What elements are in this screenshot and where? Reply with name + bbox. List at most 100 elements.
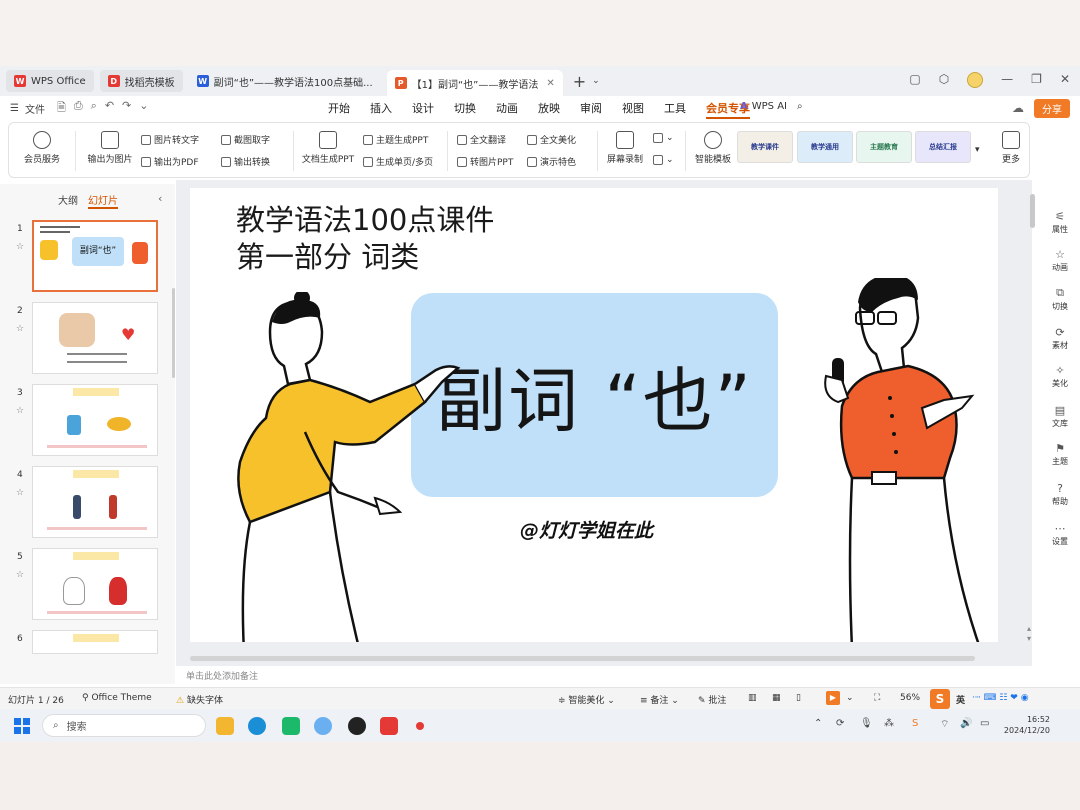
sidebar-properties[interactable]: ⚟ 属性 bbox=[1040, 210, 1080, 235]
new-tab-button[interactable]: + bbox=[573, 72, 586, 91]
cloud-sync-icon[interactable]: ☁ bbox=[1012, 101, 1024, 115]
tab-word-doc[interactable]: W 副词“也”——教学语法100点基础... bbox=[189, 70, 381, 92]
reading-view-icon[interactable]: ▯ bbox=[796, 693, 801, 703]
quick-access-chevron-icon[interactable]: ⌄ bbox=[139, 99, 148, 118]
vertical-scrollbar[interactable] bbox=[1030, 194, 1035, 228]
sorter-view-icon[interactable]: ▦ bbox=[772, 693, 781, 703]
menu-home[interactable]: 开始 bbox=[328, 100, 350, 119]
tab-wps-office[interactable]: W WPS Office bbox=[6, 70, 94, 92]
man-illustration[interactable] bbox=[812, 278, 992, 642]
slide-thumbnail-row[interactable]: 6 bbox=[0, 630, 175, 666]
avatar[interactable] bbox=[967, 72, 984, 88]
slide-title[interactable]: 教学语法100点课件 第一部分 词类 bbox=[236, 202, 494, 276]
menu-tools[interactable]: 工具 bbox=[664, 100, 686, 119]
edge-browser-icon[interactable] bbox=[248, 717, 266, 735]
menu-slideshow[interactable]: 放映 bbox=[538, 100, 560, 119]
sidebar-beautify[interactable]: ✧ 美化 bbox=[1040, 364, 1080, 389]
menu-insert[interactable]: 插入 bbox=[370, 100, 392, 119]
sidebar-animation[interactable]: ☆ 动画 bbox=[1040, 248, 1080, 273]
templates-expand-icon[interactable]: ▾ bbox=[975, 145, 980, 155]
export-image-button[interactable]: 输出为图片 bbox=[83, 131, 137, 165]
scroll-arrows[interactable]: ▴ ▾ bbox=[1027, 624, 1031, 644]
qq-icon[interactable] bbox=[348, 717, 366, 735]
slide-thumbnail-row[interactable]: 5 ☆ bbox=[0, 548, 175, 622]
screen-record-button[interactable]: 屏幕录制 bbox=[603, 131, 647, 165]
horizontal-scrollbar[interactable] bbox=[190, 656, 975, 661]
slide-thumbnail-row[interactable]: 1 ☆ 副词“也” bbox=[0, 220, 175, 294]
zoom-level[interactable]: 56% bbox=[900, 693, 920, 703]
microphone-icon[interactable]: 🎙 bbox=[860, 718, 873, 729]
file-menu[interactable]: 文件 bbox=[25, 101, 45, 116]
tab-list-chevron-icon[interactable]: ⌄ bbox=[592, 76, 600, 86]
sogou-tray-icon[interactable]: S bbox=[912, 718, 918, 729]
slide-thumbnail[interactable]: ♥ bbox=[32, 302, 158, 374]
sogou-ime-icon[interactable]: S bbox=[930, 689, 950, 709]
restore-layout-icon[interactable]: ▢ bbox=[909, 72, 920, 88]
slide-author[interactable]: @灯灯学姐在此 bbox=[520, 516, 653, 543]
image-to-text-button[interactable]: 图片转文字 bbox=[141, 133, 199, 146]
template-teaching-general[interactable]: 教学通用 bbox=[797, 131, 853, 163]
share-dropdown[interactable]: ⌄ bbox=[653, 155, 674, 165]
sidebar-library[interactable]: ▤ 文库 bbox=[1040, 404, 1080, 429]
sidebar-transition[interactable]: ⧉ 切换 bbox=[1040, 286, 1080, 312]
sidebar-theme[interactable]: ⚑ 主题 bbox=[1040, 442, 1080, 467]
more-button[interactable]: 更多 bbox=[997, 131, 1025, 165]
notes-field[interactable]: 单击此处添加备注 bbox=[186, 669, 258, 682]
capture-dropdown[interactable]: ⌄ bbox=[653, 133, 674, 143]
doc-to-ppt-button[interactable]: 文档生成PPT bbox=[299, 131, 357, 165]
wps-ai-button[interactable]: A WPS AI ⌕ bbox=[740, 101, 803, 112]
menu-transition[interactable]: 切换 bbox=[454, 100, 476, 119]
tab-outline[interactable]: 大纲 bbox=[58, 192, 78, 209]
redo-icon[interactable]: ↷ bbox=[122, 99, 131, 118]
demo-feature-button[interactable]: 演示特色 bbox=[527, 155, 576, 168]
maximize-icon[interactable]: ❐ bbox=[1031, 72, 1042, 88]
collapse-panel-icon[interactable]: ‹ bbox=[158, 192, 162, 205]
template-theme-education[interactable]: 主题教育 bbox=[856, 131, 912, 163]
tray-app-icon[interactable]: ⁂ bbox=[884, 718, 894, 729]
close-tab-icon[interactable]: ✕ bbox=[546, 78, 554, 89]
slide-thumbnail[interactable] bbox=[32, 466, 158, 538]
wps-taskbar-icon[interactable] bbox=[380, 717, 398, 735]
menu-view[interactable]: 视图 bbox=[622, 100, 644, 119]
menu-design[interactable]: 设计 bbox=[412, 100, 434, 119]
slide-thumbnail-row[interactable]: 3 ☆ bbox=[0, 384, 175, 458]
notes-toggle[interactable]: ≡ 备注 ⌄ bbox=[640, 693, 679, 706]
slide-thumbnail-row[interactable]: 2 ☆ ♥ bbox=[0, 302, 175, 376]
undo-icon[interactable]: ↶ bbox=[105, 99, 114, 118]
play-options-chevron-icon[interactable]: ⌄ bbox=[846, 693, 854, 703]
topic-ppt-button[interactable]: 主题生成PPT bbox=[363, 133, 428, 146]
export-convert-button[interactable]: 输出转换 bbox=[221, 155, 270, 168]
translate-button[interactable]: 全文翻译 bbox=[457, 133, 506, 146]
sidebar-help[interactable]: ? 帮助 bbox=[1040, 482, 1080, 507]
cube-icon[interactable]: ⬡ bbox=[939, 72, 949, 88]
wifi-icon[interactable]: ⌔ bbox=[940, 718, 949, 731]
fit-window-icon[interactable]: ⛶ bbox=[874, 693, 880, 703]
tray-sync-icon[interactable]: ⟳ bbox=[836, 718, 844, 729]
slide-thumbnail[interactable] bbox=[32, 630, 158, 654]
ime-toolbar-icons[interactable]: ·ⵈ ⌨ ☷ ❤ ◉ bbox=[972, 693, 1029, 703]
to-image-ppt-button[interactable]: 转图片PPT bbox=[457, 155, 513, 168]
tab-find-template[interactable]: D 找稻壳模板 bbox=[99, 70, 183, 92]
template-summary-report[interactable]: 总结汇报 bbox=[915, 131, 971, 163]
file-explorer-icon[interactable] bbox=[216, 717, 234, 735]
screenshot-text-button[interactable]: 截图取字 bbox=[221, 133, 270, 146]
theme-indicator[interactable]: ⚲ Office Theme bbox=[82, 693, 152, 703]
generate-pages-button[interactable]: 生成单页/多页 bbox=[363, 155, 433, 168]
member-service-button[interactable]: 会员服务 bbox=[19, 131, 65, 165]
normal-view-icon[interactable]: ▥ bbox=[748, 693, 757, 703]
beautify-button[interactable]: 全文美化 bbox=[527, 133, 576, 146]
close-window-icon[interactable]: ✕ bbox=[1060, 72, 1070, 88]
hamburger-icon[interactable]: ☰ bbox=[10, 103, 19, 114]
missing-font-button[interactable]: ⚠ 缺失字体 bbox=[176, 693, 223, 706]
template-teaching-courseware[interactable]: 教学课件 bbox=[737, 131, 793, 163]
menu-animation[interactable]: 动画 bbox=[496, 100, 518, 119]
tab-ppt-doc[interactable]: P 【1】副词“也”——教学语法 ✕ bbox=[386, 70, 563, 96]
taskbar-search[interactable]: ⌕ 搜索 bbox=[42, 714, 206, 737]
sidebar-materials[interactable]: ⟳ 素材 bbox=[1040, 326, 1080, 351]
print-icon[interactable]: ⎙ bbox=[74, 99, 83, 118]
slide-thumbnail-row[interactable]: 4 ☆ bbox=[0, 466, 175, 540]
minimize-icon[interactable]: — bbox=[1001, 72, 1013, 88]
ime-language[interactable]: 英 bbox=[956, 693, 965, 706]
export-pdf-button[interactable]: 输出为PDF bbox=[141, 155, 199, 168]
woman-illustration[interactable] bbox=[210, 292, 490, 642]
